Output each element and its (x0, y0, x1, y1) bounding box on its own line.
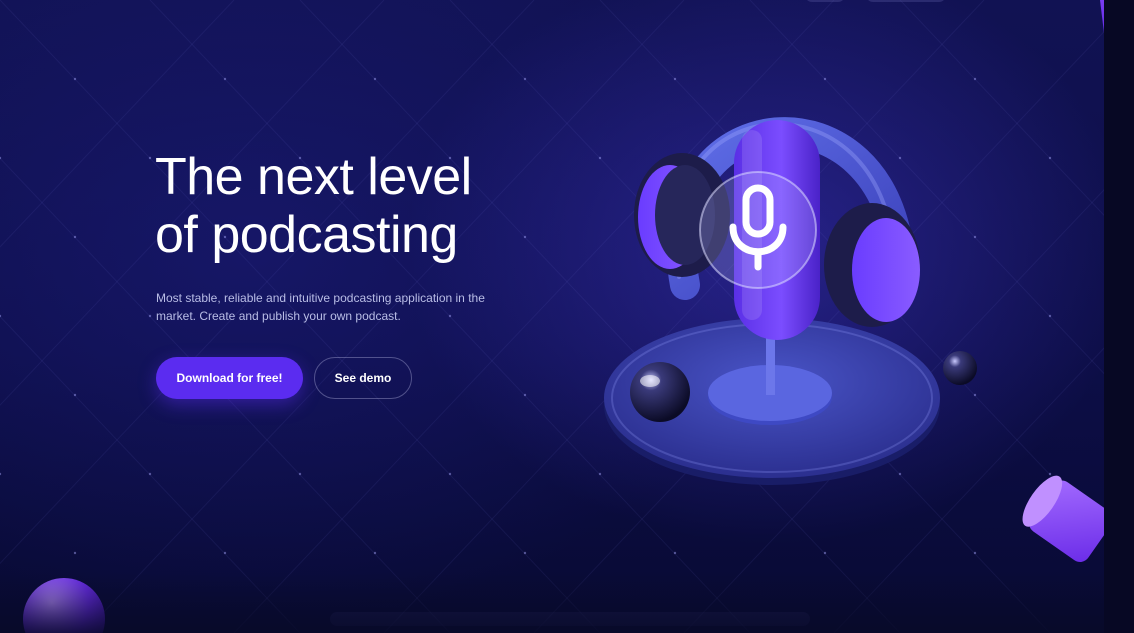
hero-description: Most stable, reliable and intuitive podc… (156, 291, 485, 323)
nav-pill-partial[interactable] (805, 0, 845, 2)
headphones-microphone-icon (604, 117, 977, 485)
headline-line-2: of podcasting (155, 206, 458, 264)
see-demo-button[interactable]: See demo (314, 357, 412, 399)
nav-pill-partial[interactable] (866, 0, 946, 2)
hero-headline: The next level of podcasting (155, 148, 575, 264)
bottom-fade (0, 573, 1134, 633)
headline-line-1: The next level (155, 148, 472, 206)
download-button[interactable]: Download for free! (156, 357, 303, 399)
window-edge (1104, 0, 1134, 633)
hero-section: The next level of podcasting Most stable… (0, 0, 1134, 633)
